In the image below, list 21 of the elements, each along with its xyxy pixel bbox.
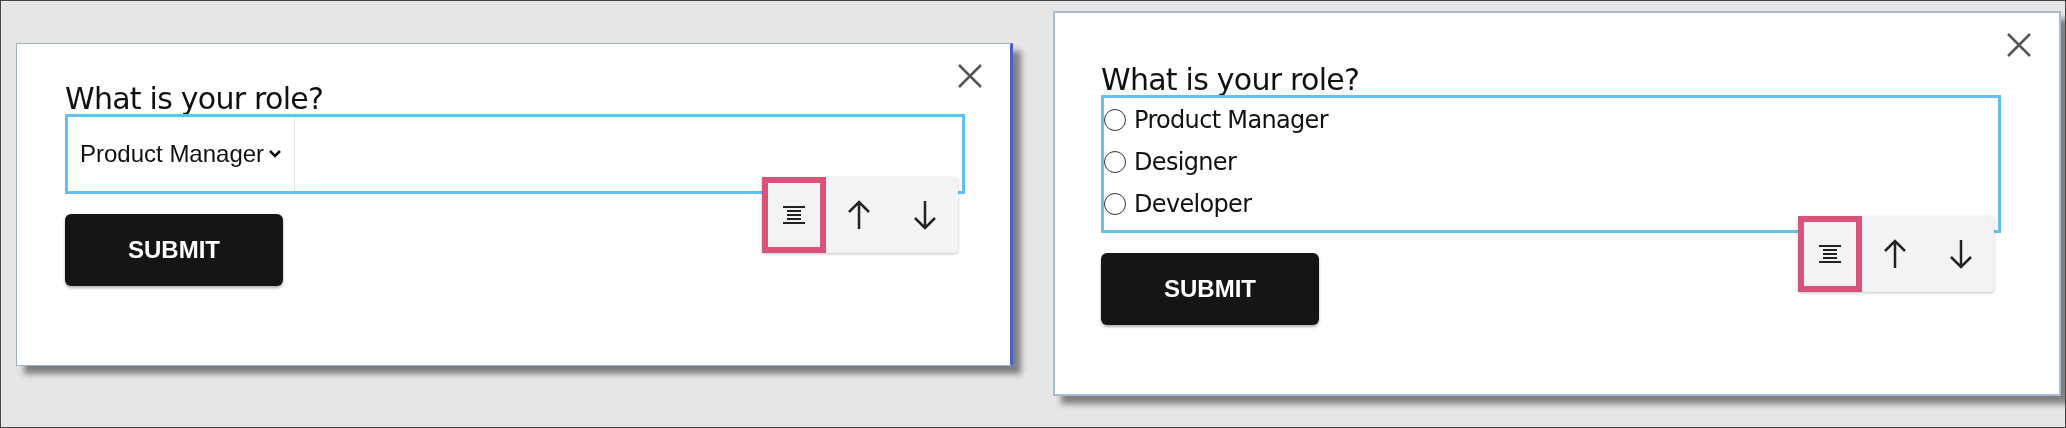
close-icon[interactable] <box>2005 31 2033 59</box>
submit-button[interactable]: SUBMIT <box>1101 253 1319 325</box>
toolbar-button[interactable] <box>1798 216 1862 292</box>
question-label: What is your role? <box>65 82 325 116</box>
question-label: What is your role? <box>1101 63 1361 97</box>
option-label: Developer <box>1134 189 1252 220</box>
align-center-icon <box>1817 243 1843 265</box>
radio-button[interactable] <box>1104 193 1126 215</box>
close-icon[interactable] <box>956 62 984 90</box>
arrow-down-icon <box>1949 238 1973 270</box>
toolbar-button[interactable] <box>762 177 826 253</box>
submit-button[interactable]: SUBMIT <box>65 214 283 286</box>
radio-button[interactable] <box>1104 151 1126 173</box>
arrow-up-icon <box>1883 238 1907 270</box>
radio-button[interactable] <box>1104 109 1126 131</box>
arrow-up-icon <box>847 199 871 231</box>
option-label: Product Manager <box>1134 105 1328 136</box>
chevron-down-icon <box>268 149 283 159</box>
option-label: Designer <box>1134 147 1237 178</box>
align-center-icon <box>781 204 807 226</box>
arrow-down-icon <box>913 199 937 231</box>
